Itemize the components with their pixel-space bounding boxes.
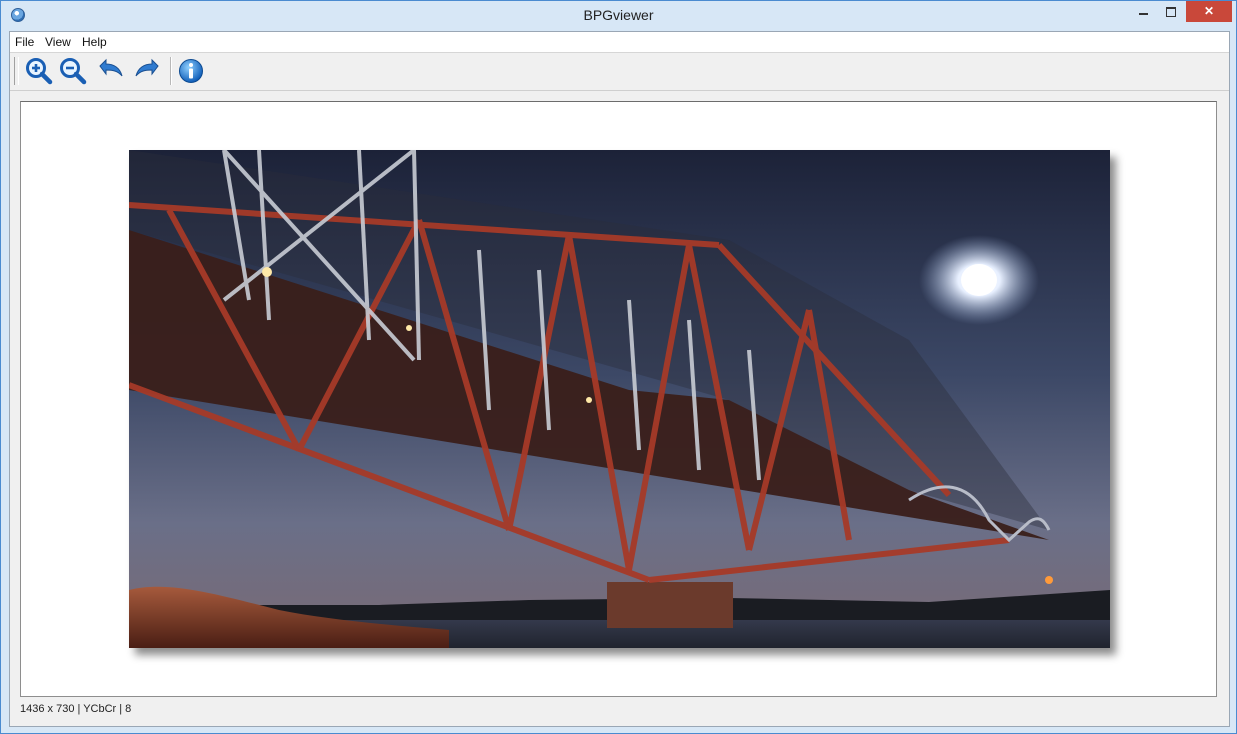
toolbar-separator	[170, 57, 172, 85]
minimize-button[interactable]	[1129, 1, 1157, 22]
title-bar[interactable]: BPGviewer ✕	[1, 1, 1236, 31]
info-button[interactable]	[176, 56, 206, 86]
status-bar-text: 1436 x 730 | YCbCr | 8	[20, 703, 132, 715]
rotate-right-button[interactable]	[132, 56, 162, 86]
toolbar-grip[interactable]	[14, 57, 19, 85]
image-viewport[interactable]	[20, 101, 1217, 697]
maximize-icon	[1166, 6, 1176, 17]
zoom-out-icon	[60, 58, 87, 85]
close-icon: ✕	[1203, 4, 1215, 18]
close-button[interactable]: ✕	[1186, 1, 1232, 22]
minimize-icon	[1138, 12, 1148, 15]
info-icon	[179, 59, 203, 83]
menu-view[interactable]: View	[45, 35, 71, 49]
rotate-left-button[interactable]	[96, 56, 126, 86]
rotate-right-icon	[135, 58, 159, 77]
menu-help[interactable]: Help	[82, 35, 107, 49]
client-area: File View Help 1436 x 730 | YCbCr | 8	[9, 31, 1230, 727]
menu-bar: File View Help	[10, 32, 1229, 53]
bridge-image	[129, 150, 1110, 648]
zoom-in-button[interactable]	[24, 56, 54, 86]
zoom-in-icon	[26, 58, 53, 85]
window-title: BPGviewer	[583, 7, 654, 23]
maximize-button[interactable]	[1157, 1, 1185, 22]
zoom-out-button[interactable]	[58, 56, 88, 86]
rotate-left-icon	[99, 58, 123, 77]
app-window: BPGviewer ✕ File View Help 1436 x 730 | …	[0, 0, 1237, 734]
displayed-image	[129, 150, 1110, 648]
menu-file[interactable]: File	[15, 35, 34, 49]
toolbar	[10, 53, 1229, 91]
